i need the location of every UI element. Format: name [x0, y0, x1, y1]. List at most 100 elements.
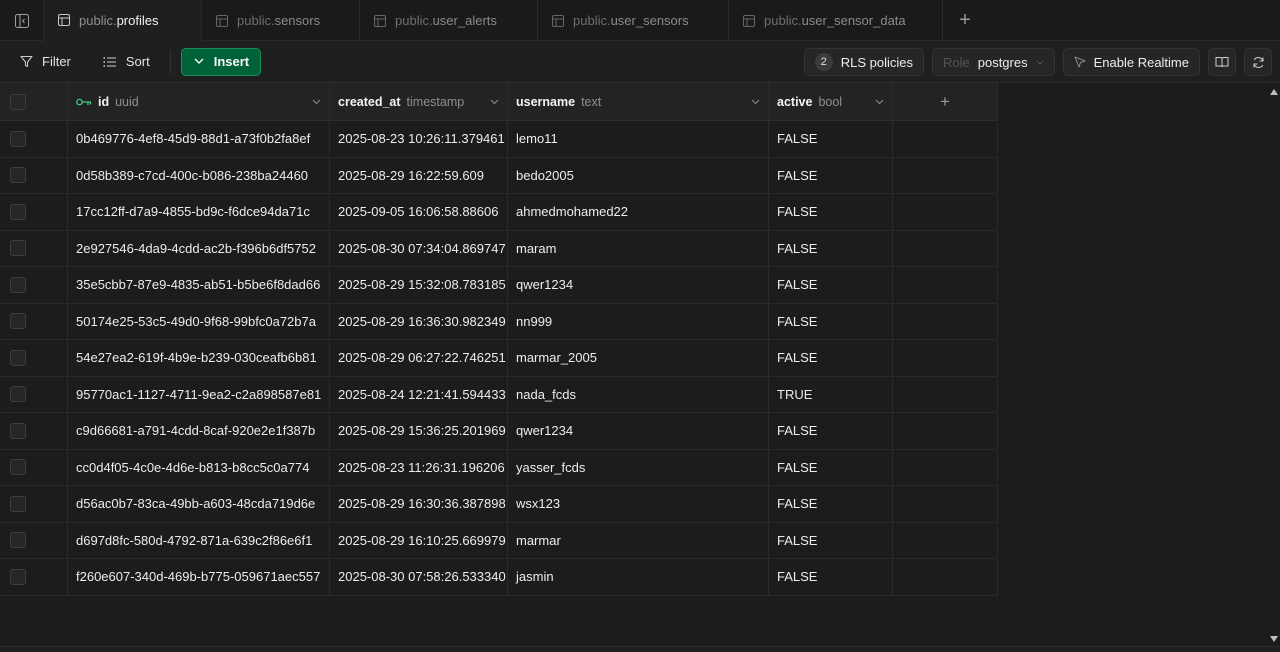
- cell-username[interactable]: qwer1234: [508, 267, 769, 303]
- insert-button[interactable]: Insert: [180, 47, 262, 76]
- row-checkbox[interactable]: [10, 313, 26, 330]
- column-header-username[interactable]: username text: [508, 83, 769, 120]
- cell-active[interactable]: FALSE: [769, 267, 893, 303]
- cell-id[interactable]: d697d8fc-580d-4792-871a-639c2f86e6f1: [68, 522, 330, 558]
- cell-username[interactable]: yasser_fcds: [508, 449, 769, 485]
- row-checkbox[interactable]: [10, 422, 26, 439]
- scroll-down-arrow-icon[interactable]: [1270, 636, 1278, 642]
- cell-created-at[interactable]: 2025-08-29 16:30:36.387898: [330, 486, 508, 522]
- cell-id[interactable]: f260e607-340d-469b-b775-059671aec557: [68, 559, 330, 595]
- table-row[interactable]: 50174e25-53c5-49d0-9f68-99bfc0a72b7a 2025…: [0, 303, 997, 340]
- cell-username[interactable]: qwer1234: [508, 413, 769, 449]
- cell-active[interactable]: FALSE: [769, 303, 893, 339]
- cell-active[interactable]: FALSE: [769, 486, 893, 522]
- rls-policies-button[interactable]: 2 RLS policies: [803, 48, 924, 76]
- row-checkbox[interactable]: [10, 459, 26, 476]
- cell-id[interactable]: 50174e25-53c5-49d0-9f68-99bfc0a72b7a: [68, 303, 330, 339]
- cell-created-at[interactable]: 2025-08-23 10:26:11.379461: [330, 121, 508, 157]
- table-row[interactable]: d697d8fc-580d-4792-871a-639c2f86e6f1 2025…: [0, 522, 997, 559]
- row-checkbox[interactable]: [10, 276, 26, 293]
- cell-username[interactable]: ahmedmohamed22: [508, 194, 769, 230]
- row-checkbox[interactable]: [10, 532, 26, 549]
- cell-created-at[interactable]: 2025-08-29 15:36:25.201969: [330, 413, 508, 449]
- cell-username[interactable]: marmar_2005: [508, 340, 769, 376]
- tab-profiles[interactable]: public.profiles: [44, 0, 202, 41]
- vertical-scrollbar[interactable]: [1268, 83, 1280, 652]
- filter-button[interactable]: Filter: [10, 48, 81, 76]
- cell-username[interactable]: maram: [508, 230, 769, 266]
- cell-created-at[interactable]: 2025-08-29 15:32:08.783185: [330, 267, 508, 303]
- cell-id[interactable]: c9d66681-a791-4cdd-8caf-920e2e1f387b: [68, 413, 330, 449]
- cell-id[interactable]: 2e927546-4da9-4cdd-ac2b-f396b6df5752: [68, 230, 330, 266]
- cell-id[interactable]: 17cc12ff-d7a9-4855-bd9c-f6dce94da71c: [68, 194, 330, 230]
- cell-created-at[interactable]: 2025-08-29 16:36:30.982349: [330, 303, 508, 339]
- column-header-active[interactable]: active bool: [769, 83, 893, 120]
- row-checkbox[interactable]: [10, 130, 26, 147]
- cell-active[interactable]: TRUE: [769, 376, 893, 412]
- row-checkbox[interactable]: [10, 167, 26, 184]
- cell-created-at[interactable]: 2025-09-05 16:06:58.88606: [330, 194, 508, 230]
- cell-id[interactable]: 54e27ea2-619f-4b9e-b239-030ceafb6b81: [68, 340, 330, 376]
- cell-active[interactable]: FALSE: [769, 157, 893, 193]
- cell-id[interactable]: cc0d4f05-4c0e-4d6e-b813-b8cc5c0a774: [68, 449, 330, 485]
- cell-username[interactable]: jasmin: [508, 559, 769, 595]
- tab-user-sensors[interactable]: public.user_sensors: [538, 0, 729, 41]
- chevron-down-icon[interactable]: [312, 99, 321, 105]
- select-all-checkbox[interactable]: [10, 93, 26, 110]
- cell-created-at[interactable]: 2025-08-29 16:22:59.609: [330, 157, 508, 193]
- cell-active[interactable]: FALSE: [769, 559, 893, 595]
- cell-active[interactable]: FALSE: [769, 449, 893, 485]
- cell-created-at[interactable]: 2025-08-30 07:34:04.869747: [330, 230, 508, 266]
- cell-created-at[interactable]: 2025-08-29 06:27:22.746251: [330, 340, 508, 376]
- cell-active[interactable]: FALSE: [769, 522, 893, 558]
- docs-button[interactable]: [1208, 48, 1236, 76]
- cell-created-at[interactable]: 2025-08-30 07:58:26.533340: [330, 559, 508, 595]
- cell-id[interactable]: 95770ac1-1127-4711-9ea2-c2a898587e81: [68, 376, 330, 412]
- cell-created-at[interactable]: 2025-08-23 11:26:31.196206: [330, 449, 508, 485]
- tab-user-alerts[interactable]: public.user_alerts: [360, 0, 538, 41]
- table-row[interactable]: 0d58b389-c7cd-400c-b086-238ba24460 2025-0…: [0, 157, 997, 194]
- table-row[interactable]: 17cc12ff-d7a9-4855-bd9c-f6dce94da71c 2025…: [0, 194, 997, 231]
- table-row[interactable]: 0b469776-4ef8-45d9-88d1-a73f0b2fa8ef 2025…: [0, 121, 997, 158]
- chevron-down-icon[interactable]: [875, 99, 884, 105]
- enable-realtime-button[interactable]: Enable Realtime: [1062, 48, 1200, 76]
- cell-active[interactable]: FALSE: [769, 413, 893, 449]
- chevron-down-icon[interactable]: [751, 99, 760, 105]
- cell-active[interactable]: FALSE: [769, 340, 893, 376]
- refresh-button[interactable]: [1244, 48, 1272, 76]
- table-row[interactable]: 95770ac1-1127-4711-9ea2-c2a898587e81 2025…: [0, 376, 997, 413]
- cell-id[interactable]: 0b469776-4ef8-45d9-88d1-a73f0b2fa8ef: [68, 121, 330, 157]
- table-row[interactable]: 2e927546-4da9-4cdd-ac2b-f396b6df5752 2025…: [0, 230, 997, 267]
- tab-user-sensor-data[interactable]: public.user_sensor_data: [729, 0, 943, 41]
- add-tab-button[interactable]: +: [943, 0, 987, 41]
- cell-active[interactable]: FALSE: [769, 121, 893, 157]
- table-row[interactable]: 35e5cbb7-87e9-4835-ab51-b5be6f8dad66 2025…: [0, 267, 997, 304]
- cell-id[interactable]: 0d58b389-c7cd-400c-b086-238ba24460: [68, 157, 330, 193]
- cell-username[interactable]: nn999: [508, 303, 769, 339]
- cell-created-at[interactable]: 2025-08-29 16:10:25.669979: [330, 522, 508, 558]
- row-checkbox[interactable]: [10, 240, 26, 257]
- cell-username[interactable]: marmar: [508, 522, 769, 558]
- tab-sensors[interactable]: public.sensors: [202, 0, 360, 41]
- row-checkbox[interactable]: [10, 203, 26, 220]
- table-row[interactable]: cc0d4f05-4c0e-4d6e-b813-b8cc5c0a774 2025-…: [0, 449, 997, 486]
- cell-active[interactable]: FALSE: [769, 194, 893, 230]
- column-header-id[interactable]: id uuid: [68, 83, 330, 120]
- cell-created-at[interactable]: 2025-08-24 12:21:41.594433: [330, 376, 508, 412]
- row-checkbox[interactable]: [10, 568, 26, 585]
- row-checkbox[interactable]: [10, 349, 26, 366]
- cell-id[interactable]: 35e5cbb7-87e9-4835-ab51-b5be6f8dad66: [68, 267, 330, 303]
- chevron-down-icon[interactable]: [490, 99, 499, 105]
- sidebar-toggle-button[interactable]: [0, 0, 44, 41]
- sort-button[interactable]: Sort: [93, 48, 160, 76]
- table-row[interactable]: d56ac0b7-83ca-49bb-a603-48cda719d6e 2025-…: [0, 486, 997, 523]
- role-selector[interactable]: Role postgres: [931, 48, 1055, 76]
- cell-username[interactable]: lemo11: [508, 121, 769, 157]
- column-header-created-at[interactable]: created_at timestamp: [330, 83, 508, 120]
- row-checkbox[interactable]: [10, 495, 26, 512]
- cell-username[interactable]: nada_fcds: [508, 376, 769, 412]
- cell-id[interactable]: d56ac0b7-83ca-49bb-a603-48cda719d6e: [68, 486, 330, 522]
- table-row[interactable]: c9d66681-a791-4cdd-8caf-920e2e1f387b 2025…: [0, 413, 997, 450]
- cell-active[interactable]: FALSE: [769, 230, 893, 266]
- table-row[interactable]: 54e27ea2-619f-4b9e-b239-030ceafb6b81 2025…: [0, 340, 997, 377]
